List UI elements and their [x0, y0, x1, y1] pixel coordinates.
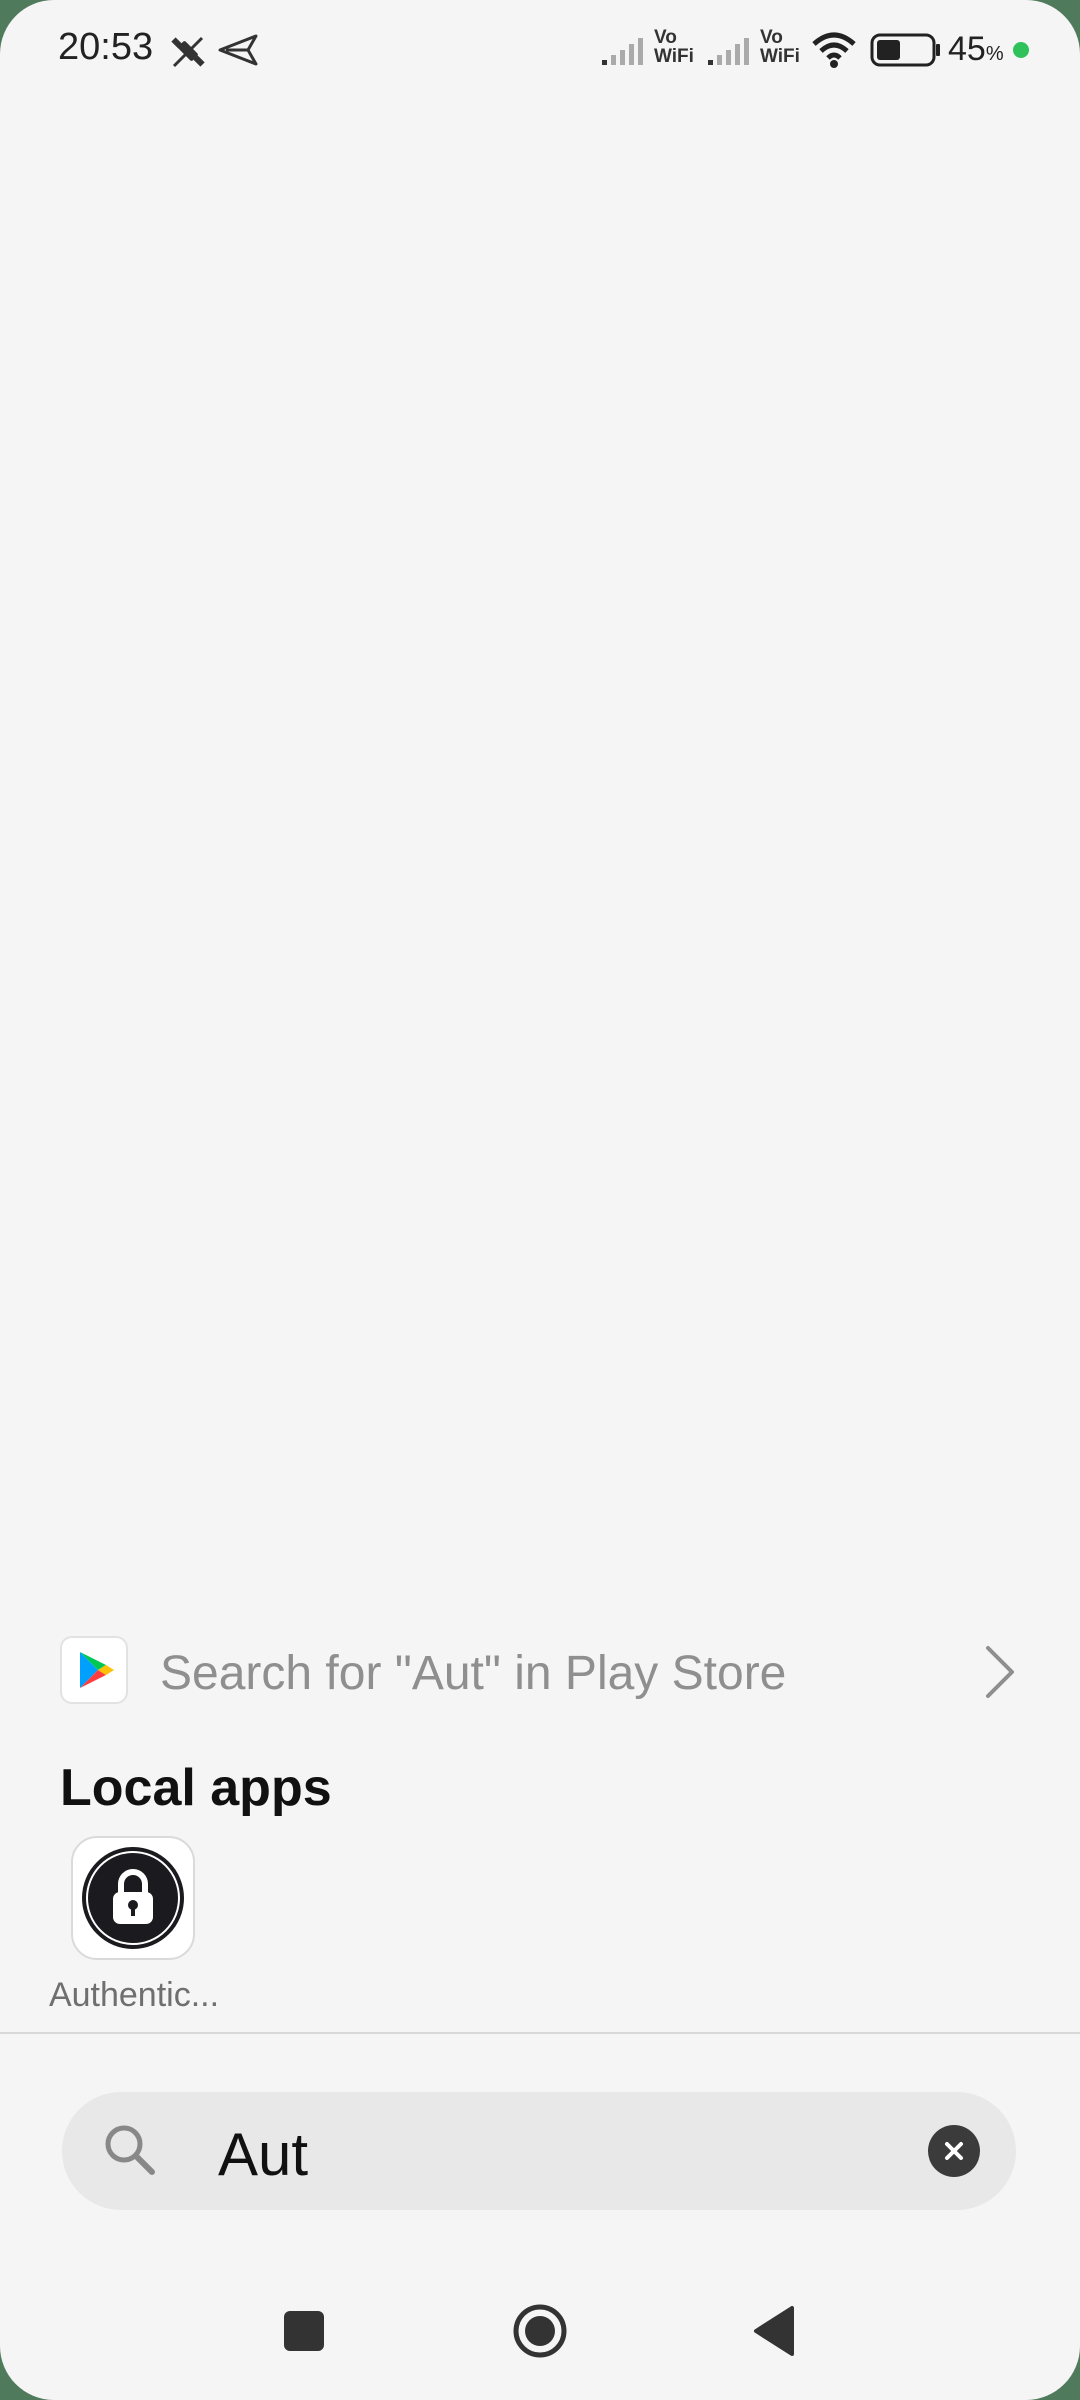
signal-icon [708, 38, 749, 65]
lock-icon [71, 1836, 195, 1960]
search-icon [105, 2125, 155, 2175]
app-item-authenticator[interactable]: Authentic... [40, 1836, 228, 2026]
satellite-off-icon [171, 36, 205, 68]
privacy-indicator-dot [1013, 42, 1029, 58]
clear-search-button[interactable] [928, 2125, 980, 2177]
home-icon [513, 2304, 567, 2358]
play-store-icon [60, 1636, 128, 1704]
play-store-search-label: Search for "Aut" in Play Store [160, 1647, 787, 1700]
signal-icon [602, 38, 643, 65]
send-icon [218, 34, 258, 66]
wifi-icon [812, 32, 856, 68]
status-bar: 20:53 Vo WiFi Vo WiFi 45% [0, 0, 1080, 100]
recents-button[interactable] [264, 2296, 344, 2366]
play-store-search-row[interactable]: Search for "Aut" in Play Store [60, 1636, 1020, 1710]
recents-icon [284, 2311, 324, 2351]
vowifi-icon: Vo WiFi [760, 27, 800, 67]
search-input[interactable]: Aut [218, 2120, 308, 2189]
divider [0, 2032, 1080, 2034]
local-apps-heading: Local apps [60, 1759, 332, 1817]
phone-screen: 20:53 Vo WiFi Vo WiFi 45% Search for "Au… [0, 0, 1080, 2400]
status-time: 20:53 [58, 26, 154, 68]
app-label: Authentic... [48, 1976, 220, 2014]
navigation-bar [0, 2276, 1080, 2386]
back-icon [754, 2306, 794, 2356]
battery-percentage: 45% [948, 30, 1004, 68]
chevron-right-icon [986, 1646, 1014, 1698]
back-button[interactable] [736, 2296, 816, 2366]
vowifi-icon: Vo WiFi [654, 27, 694, 67]
search-bar[interactable]: Aut [62, 2092, 1016, 2210]
clear-icon [945, 2142, 963, 2160]
home-button[interactable] [500, 2296, 580, 2366]
battery-icon [870, 33, 940, 67]
